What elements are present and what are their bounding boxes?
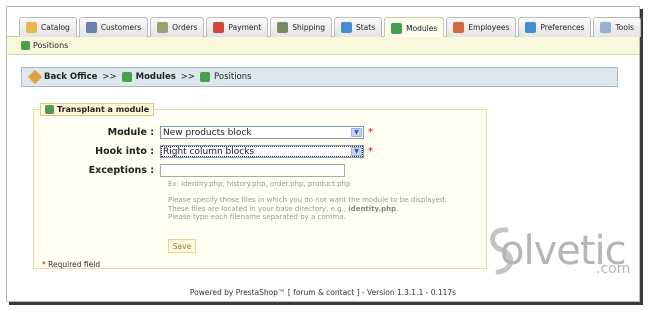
tab-label: Preferences <box>540 23 585 32</box>
exceptions-example: Ex: identity.php, history.php, order.php… <box>168 180 351 188</box>
help-line-1: Please specify those files in which you … <box>168 196 447 204</box>
footer: Powered by PrestaShop™ [ forum & contact… <box>189 288 457 297</box>
save-button[interactable]: Save <box>168 239 196 253</box>
folder-icon <box>26 22 37 33</box>
tab-shipping[interactable]: Shipping <box>270 17 332 37</box>
employees-icon <box>453 22 465 33</box>
tab-payment[interactable]: Payment <box>206 17 269 37</box>
tab-label: Payment <box>228 23 262 32</box>
tab-label: Orders <box>172 23 198 32</box>
breadcrumb-back-office[interactable]: Back Office <box>44 72 97 82</box>
tab-customers[interactable]: Customers <box>78 17 149 37</box>
modules-icon <box>45 105 54 114</box>
tab-label: Modules <box>406 23 438 33</box>
customers-icon <box>85 22 97 33</box>
tab-employees[interactable]: Employees <box>446 17 517 37</box>
positions-icon <box>200 72 211 82</box>
main-tab-bar: Catalog Customers Orders Payment Shippin… <box>7 7 641 38</box>
tab-orders[interactable]: Orders <box>150 17 205 37</box>
exceptions-input[interactable] <box>160 164 345 177</box>
breadcrumb: Back Office >> Modules >> Positions <box>21 67 618 87</box>
tab-label: Catalog <box>41 23 70 32</box>
tab-label: Stats <box>355 23 376 32</box>
tab-catalog[interactable]: Catalog <box>19 17 77 37</box>
wrench-icon <box>27 69 43 85</box>
module-select-value: New products block <box>163 127 252 138</box>
exceptions-label: Exceptions : <box>88 165 154 176</box>
tab-tools[interactable]: Tools <box>593 17 641 37</box>
breadcrumb-modules[interactable]: Modules <box>136 72 176 82</box>
help-line-3: Please type each filename separated by a… <box>168 213 346 222</box>
help-line-2-file: identity.php <box>348 204 397 213</box>
watermark-suffix: .com <box>596 261 631 277</box>
tab-preferences[interactable]: Preferences <box>518 17 592 37</box>
breadcrumb-positions: Positions <box>214 72 252 82</box>
required-note-text: Required field <box>48 260 101 269</box>
exceptions-row: Exceptions : <box>34 164 345 177</box>
exceptions-help: Please specify those files in which you … <box>168 196 447 222</box>
required-field-note: * Required field <box>42 260 100 269</box>
chevron-down-icon[interactable]: ▼ <box>351 128 362 137</box>
subnav-positions-link[interactable]: Positions <box>33 41 68 50</box>
module-select[interactable]: New products block ▼ <box>160 126 364 139</box>
hook-select-value: Right column blocks <box>163 146 255 157</box>
tab-stats[interactable]: Stats <box>333 17 383 37</box>
shipping-icon <box>277 22 289 33</box>
fieldset-legend: Transplant a module <box>40 103 155 116</box>
legend-title: Transplant a module <box>57 105 150 114</box>
module-row: Module : New products block ▼ * <box>34 126 373 139</box>
required-marker: * <box>42 260 46 269</box>
tab-label: Shipping <box>292 23 325 32</box>
orders-icon <box>157 22 169 33</box>
tabs: Catalog Customers Orders Payment Shippin… <box>19 17 643 38</box>
help-line-2-text: These files are located in your base dir… <box>168 204 347 213</box>
hook-select[interactable]: Right column blocks ▼ <box>160 145 364 158</box>
transplant-fieldset: Transplant a module Module : New product… <box>33 103 487 269</box>
help-line-2: These files are located in your base dir… <box>168 205 447 214</box>
tab-label: Tools <box>615 23 634 32</box>
help-line-2-end: . <box>396 204 399 213</box>
breadcrumb-separator: >> <box>180 72 196 82</box>
modules-icon <box>391 22 403 34</box>
required-marker: * <box>368 146 373 157</box>
module-label: Module : <box>107 127 154 138</box>
tab-modules[interactable]: Modules <box>384 17 445 38</box>
hook-row: Hook into : Right column blocks ▼ * <box>34 145 373 158</box>
positions-icon <box>21 41 30 50</box>
preferences-icon <box>525 22 537 33</box>
subnav: Positions <box>7 37 639 55</box>
required-marker: * <box>368 127 373 138</box>
breadcrumb-separator: >> <box>102 72 117 82</box>
tools-icon <box>600 22 612 33</box>
payment-icon <box>213 22 225 33</box>
tab-label: Customers <box>100 23 142 32</box>
chevron-down-icon[interactable]: ▼ <box>351 147 362 156</box>
stats-icon <box>340 22 352 33</box>
tab-label: Employees <box>468 23 510 32</box>
hook-label: Hook into : <box>95 146 154 157</box>
modules-icon <box>121 72 132 82</box>
